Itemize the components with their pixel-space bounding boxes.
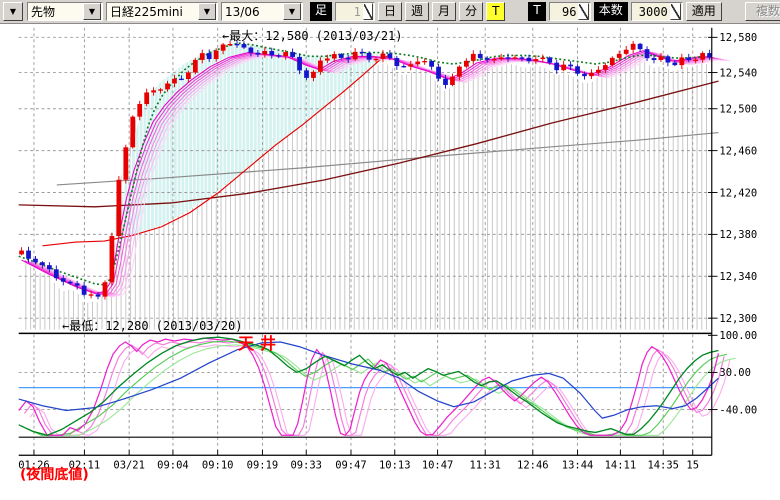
time-label: 13:44 [562,460,594,472]
bar-interval-input[interactable] [336,4,362,19]
time-label: 10:13 [379,460,411,472]
chevron-down-icon[interactable]: ▼ [198,3,216,20]
time-label: 14:35 [647,460,679,472]
price-label: 12,460 [719,145,757,157]
price-label: 12,500 [719,104,757,116]
tick-mode-button[interactable]: T [486,2,505,21]
oscillator-label: 100.00 [719,330,757,342]
bar-interval-field[interactable] [335,2,375,21]
time-label: 14:11 [605,460,637,472]
price-label: 12,540 [719,67,757,79]
multi-symbol-button[interactable]: 複数銘柄 [745,2,780,21]
time-label: 09:04 [157,460,189,472]
apply-button[interactable]: 適用 [686,2,722,21]
period-day-button[interactable]: 日 [378,2,402,21]
window-dropdown-button[interactable]: ▼ [3,2,23,21]
market-select[interactable]: 先物 ▼ [27,2,103,21]
spinner-icon[interactable] [578,3,588,20]
spinner-icon[interactable] [670,3,681,20]
time-label: 15 [686,460,699,472]
time-label: 01:26 [18,460,50,472]
chevron-down-icon[interactable]: ▼ [283,3,301,20]
price-label: 12,380 [719,229,757,241]
time-label: 09:10 [202,460,234,472]
price-label: 12,580 [719,32,757,44]
time-label: 03/21 [113,460,145,472]
tick-count-label: T [528,2,545,21]
contract-month-value: 13/06 [222,5,282,19]
bar-count-input[interactable] [632,4,669,19]
period-month-button[interactable]: 月 [432,2,456,21]
toolbar: ▼ 先物 ▼ 日経225mini ▼ 13/06 ▼ 足 日 週 月 分 T T… [0,0,780,24]
time-label: 09:33 [290,460,322,472]
oscillator-panel [19,337,736,435]
tick-count-input[interactable] [550,4,578,19]
bar-type-label: 足 [310,2,332,21]
contract-month-select[interactable]: 13/06 ▼ [221,2,303,21]
market-select-value: 先物 [28,3,82,20]
time-label: 02:11 [69,460,101,472]
price-label: 12,340 [719,271,757,283]
time-label: 09:47 [335,460,367,472]
period-minute-button[interactable]: 分 [459,2,483,21]
time-label: 10:47 [422,460,454,472]
time-label: 09:19 [247,460,279,472]
oscillator-label: -40.00 [719,404,757,416]
price-label: 12,300 [719,313,757,325]
time-label: 12:46 [517,460,549,472]
price-label: 12,420 [719,187,757,199]
chart-canvas[interactable]: 01:26 02:11 03/21 09:04 09:10 09:19 09:33 09:47… [0,24,780,500]
time-label: 11:31 [469,460,501,472]
symbol-select-value: 日経225mini [107,3,197,20]
period-week-button[interactable]: 週 [405,2,429,21]
chevron-down-icon[interactable]: ▼ [83,3,101,20]
spinner-icon[interactable] [363,3,373,20]
bar-count-label: 本数 [594,2,628,21]
oscillator-label: 30.00 [719,367,751,379]
symbol-select[interactable]: 日経225mini ▼ [106,2,218,21]
tick-count-field[interactable] [549,2,591,21]
bar-count-field[interactable] [631,2,683,21]
